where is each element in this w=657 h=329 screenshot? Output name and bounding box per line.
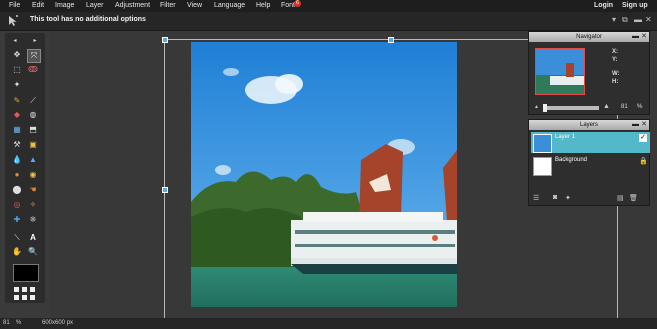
eraser-icon[interactable]: ◆ bbox=[11, 109, 23, 121]
lock-icon: 🔒 bbox=[639, 158, 648, 165]
minimize-icon[interactable]: ▬ bbox=[634, 15, 642, 24]
menu-edit[interactable]: Edit bbox=[32, 2, 44, 10]
stamp-icon[interactable]: ▣ bbox=[27, 139, 39, 151]
font-badge: 6 bbox=[294, 0, 301, 7]
layer-mask-icon[interactable]: ◙ bbox=[553, 194, 557, 201]
move-tool-icon bbox=[9, 15, 18, 26]
transform-handle-top[interactable] bbox=[388, 37, 394, 43]
photo-layer[interactable] bbox=[191, 42, 457, 307]
brush-icon[interactable]: ⟋ bbox=[27, 95, 39, 107]
color-picker-icon[interactable]: ⟍ bbox=[11, 232, 23, 244]
menu-help[interactable]: Help bbox=[256, 2, 270, 10]
menu-layer[interactable]: Layer bbox=[86, 2, 104, 10]
navigator-thumbnail[interactable] bbox=[535, 48, 585, 95]
sharpen-icon[interactable]: ▲ bbox=[27, 154, 39, 166]
h-label: H: bbox=[612, 79, 619, 85]
x-label: X: bbox=[612, 49, 618, 55]
menu-language[interactable]: Language bbox=[214, 2, 245, 10]
layers-header: Layers bbox=[529, 120, 649, 130]
spot-icon[interactable]: ✧ bbox=[27, 199, 39, 211]
panel-right-arrow-icon[interactable]: ▸ bbox=[29, 35, 41, 47]
options-message: This tool has no additional options bbox=[30, 16, 146, 23]
wand-icon[interactable]: ✦ bbox=[11, 79, 23, 91]
menu-image[interactable]: Image bbox=[55, 2, 74, 10]
hand-icon[interactable]: ✋ bbox=[11, 246, 23, 258]
lasso-icon[interactable]: ↂ bbox=[27, 64, 39, 76]
text-icon[interactable]: A bbox=[27, 232, 39, 244]
menu-bar: File Edit Image Layer Adjustment Filter … bbox=[0, 0, 657, 12]
transform-left-edge bbox=[164, 39, 165, 329]
layer1-name[interactable]: Layer 1 bbox=[555, 134, 575, 140]
restore-icon[interactable]: ⧉ bbox=[622, 15, 628, 25]
layer1-thumbnail bbox=[533, 134, 552, 153]
status-zoom-unit: % bbox=[16, 320, 22, 326]
status-image-size: 600x600 px bbox=[42, 320, 74, 326]
status-zoom[interactable]: 81 bbox=[3, 320, 10, 326]
menu-adjustment[interactable]: Adjustment bbox=[115, 2, 150, 10]
shape-icon[interactable]: ⬒ bbox=[27, 124, 39, 136]
close-window-icon[interactable]: ✕ bbox=[645, 15, 652, 24]
zoom-out-icon[interactable]: ▲ bbox=[534, 104, 539, 110]
menu-file[interactable]: File bbox=[9, 2, 20, 10]
gradient-icon[interactable]: ▦ bbox=[11, 124, 23, 136]
clone-icon[interactable]: ⚒ bbox=[11, 139, 23, 151]
pencil-icon[interactable]: ✎ bbox=[11, 95, 23, 107]
layer-effects-icon[interactable]: ✦ bbox=[565, 194, 571, 202]
navigator-zoom-unit: % bbox=[637, 104, 643, 110]
grid-view-icon[interactable] bbox=[13, 286, 37, 301]
layer-settings-icon[interactable]: ☰ bbox=[533, 194, 539, 202]
background-thumbnail bbox=[533, 157, 552, 176]
navigator-collapse-icon[interactable]: ▬ bbox=[632, 32, 639, 42]
sponge-icon[interactable]: ⬤ bbox=[11, 184, 23, 196]
burn-icon[interactable]: ◉ bbox=[27, 169, 39, 181]
boat-photo bbox=[191, 42, 457, 307]
bucket-icon[interactable]: ◍ bbox=[27, 109, 39, 121]
w-label: W: bbox=[612, 71, 620, 77]
zoom-slider[interactable] bbox=[543, 104, 599, 112]
navigator-close-icon[interactable]: ✕ bbox=[641, 32, 647, 42]
color-replace-icon[interactable]: ✚ bbox=[11, 214, 23, 226]
blur-icon[interactable]: 💧 bbox=[11, 154, 23, 166]
tools-panel: ◂ ▸ ✥ ⤧ ⬚ ↂ ✦ ✎ ⟋ ◆ ◍ ▦ ⬒ ⚒ ▣ 💧 ▲ ● ◉ ⬤ … bbox=[5, 33, 45, 303]
bloat-icon[interactable]: ❋ bbox=[27, 214, 39, 226]
status-bar: 81 % 600x600 px bbox=[0, 318, 657, 329]
menu-font[interactable]: Font bbox=[281, 2, 295, 10]
zoom-icon[interactable]: 🔍 bbox=[27, 246, 39, 258]
layer1-visibility-checkbox[interactable]: ✓ bbox=[639, 134, 647, 142]
layers-panel: Layers ▬ ✕ Layer 1 ✓ Background 🔒 ☰ ◙ ✦ … bbox=[528, 119, 650, 206]
menu-filter[interactable]: Filter bbox=[160, 2, 176, 10]
signup-link[interactable]: Sign up bbox=[622, 2, 648, 10]
login-link[interactable]: Login bbox=[594, 2, 613, 10]
background-name[interactable]: Background bbox=[555, 157, 587, 163]
new-layer-icon[interactable]: ▤ bbox=[617, 194, 624, 202]
navigator-header: Navigator bbox=[529, 32, 649, 42]
layer-row-background[interactable]: Background 🔒 bbox=[531, 155, 650, 176]
y-label: Y: bbox=[612, 57, 618, 63]
layer-row-layer1[interactable]: Layer 1 ✓ bbox=[531, 132, 650, 153]
panel-left-arrow-icon[interactable]: ◂ bbox=[9, 35, 21, 47]
crop-icon[interactable]: ✥ bbox=[11, 49, 23, 61]
delete-layer-icon[interactable]: 🗑 bbox=[629, 194, 638, 202]
zoom-slider-handle[interactable] bbox=[543, 104, 547, 112]
layers-collapse-icon[interactable]: ▬ bbox=[632, 120, 639, 130]
move-icon[interactable]: ⤧ bbox=[27, 49, 41, 63]
zoom-in-icon[interactable]: ▲ bbox=[603, 103, 610, 110]
navigator-panel: Navigator ▬ ✕ X: Y: W: H: ▲ ▲ 81 % bbox=[528, 31, 650, 115]
marquee-icon[interactable]: ⬚ bbox=[11, 64, 23, 76]
smudge-icon[interactable]: ☚ bbox=[27, 184, 39, 196]
menu-view[interactable]: View bbox=[187, 2, 202, 10]
foreground-color-swatch[interactable] bbox=[13, 264, 39, 282]
redeye-icon[interactable]: ◎ bbox=[11, 199, 23, 211]
layers-close-icon[interactable]: ✕ bbox=[641, 120, 647, 130]
transform-handle-left[interactable] bbox=[162, 187, 168, 193]
navigator-zoom-value[interactable]: 81 bbox=[621, 104, 628, 110]
transform-handle-top-left[interactable] bbox=[162, 37, 168, 43]
dodge-icon[interactable]: ● bbox=[11, 169, 23, 181]
dropdown-icon[interactable]: ▾ bbox=[612, 15, 616, 24]
options-bar: This tool has no additional options ▾ ⧉ … bbox=[0, 12, 657, 31]
